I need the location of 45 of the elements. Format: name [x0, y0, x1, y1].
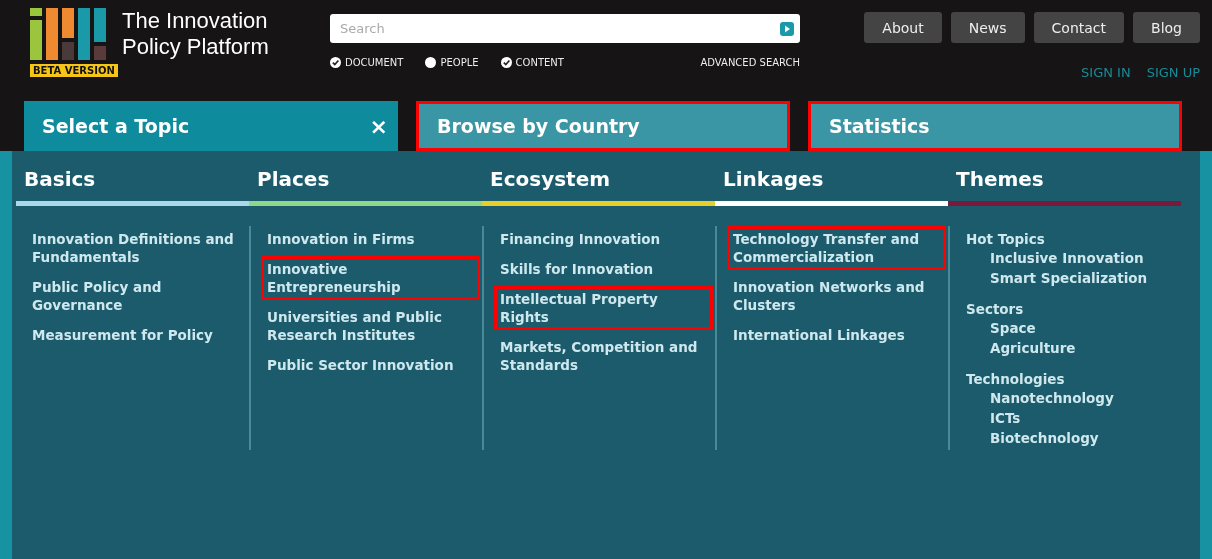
search-go-icon[interactable]	[780, 22, 794, 36]
logo-icon[interactable]	[30, 8, 108, 60]
topic-link[interactable]: Financing Innovation	[494, 226, 667, 252]
site-title[interactable]: Policy Platform	[122, 34, 269, 60]
filter-checkbox[interactable]: PEOPLE	[425, 57, 479, 68]
nav-button[interactable]: Blog	[1133, 12, 1200, 43]
topic-link[interactable]: Public Policy and Governance	[26, 274, 247, 318]
topic-link[interactable]: Skills for Innovation	[494, 256, 660, 282]
column-heading: Ecosystem	[489, 167, 612, 193]
topic-link[interactable]: Innovation in Firms	[261, 226, 421, 252]
account-link[interactable]: SIGN IN	[1081, 65, 1131, 80]
checkbox-icon[interactable]	[500, 57, 512, 68]
column-heading: Themes	[955, 167, 1045, 193]
topic-tab[interactable]: Select a Topic ×	[24, 101, 398, 151]
search-field[interactable]: Search	[330, 14, 800, 43]
filter-checkbox[interactable]: CONTENT	[500, 57, 564, 68]
nav-button[interactable]: News	[950, 12, 1025, 43]
checkbox-icon[interactable]	[425, 57, 437, 68]
close-icon[interactable]: ×	[369, 113, 388, 139]
column-heading: Places	[256, 167, 331, 193]
topic-link[interactable]: Smart Specialization	[984, 264, 1154, 292]
topic-link[interactable]: Public Sector Innovation	[261, 352, 460, 378]
column-heading: Basics	[23, 167, 97, 193]
checkbox-icon[interactable]	[330, 57, 341, 68]
topic-link[interactable]: Hot Topics	[960, 226, 1051, 252]
topic-link[interactable]: International Linkages	[727, 322, 911, 348]
filter-checkbox[interactable]: DOCUMENT	[330, 57, 404, 68]
nav-button[interactable]: About	[864, 12, 942, 43]
topic-link[interactable]: Markets, Competition and Standards	[494, 334, 713, 378]
topic-tab[interactable]: Browse by Country	[416, 101, 790, 151]
topic-tab[interactable]: Statistics	[808, 101, 1182, 151]
account-link[interactable]: SIGN UP	[1146, 65, 1200, 80]
topic-link[interactable]: Innovation Definitions and Fundamentals	[26, 226, 247, 270]
column-heading: Linkages	[722, 167, 825, 193]
nav-button[interactable]: Contact	[1033, 12, 1125, 43]
advanced-search-link[interactable]: ADVANCED SEARCH	[700, 57, 800, 68]
beta-badge: BETA VERSION	[30, 64, 118, 77]
topic-link[interactable]: Innovation Networks and Clusters	[727, 274, 946, 318]
topic-link[interactable]: Innovative Entrepreneurship	[261, 256, 480, 300]
topic-link[interactable]: Measurement for Policy	[26, 322, 219, 348]
topic-link[interactable]: Technologies	[960, 366, 1071, 392]
topic-link[interactable]: Universities and Public Research Institutes	[261, 304, 480, 348]
site-title[interactable]: The Innovation	[122, 8, 269, 34]
topic-link[interactable]: Intellectual Property Rights	[494, 286, 713, 330]
topic-link[interactable]: Technology Transfer and Commercialization	[727, 226, 946, 270]
